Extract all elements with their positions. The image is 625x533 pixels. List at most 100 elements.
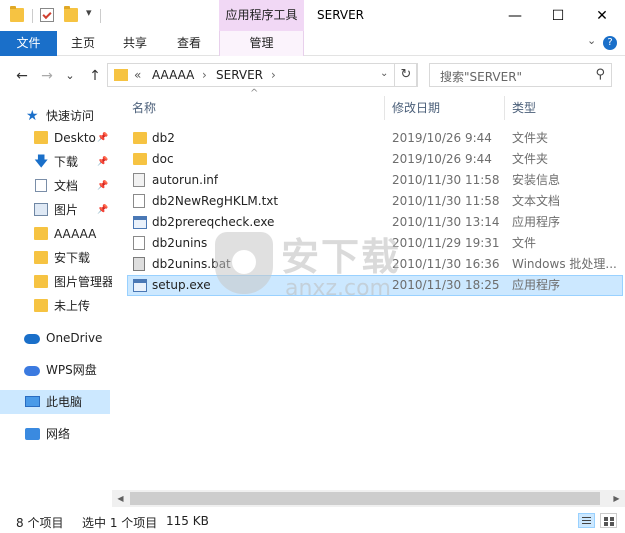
nav-item-documents[interactable]: 文档 📌 <box>0 174 112 198</box>
file-name: doc <box>152 152 174 166</box>
nav-onedrive[interactable]: OneDrive <box>0 326 112 350</box>
file-row[interactable]: db2NewRegHKLM.txt 2010/11/30 11:58 文本文档 <box>127 191 623 212</box>
minimize-button[interactable]: — <box>493 0 537 31</box>
scroll-left-button[interactable]: ◀ <box>112 490 129 507</box>
search-icon[interactable]: ⚲ <box>595 67 605 82</box>
nav-item-downloads[interactable]: 🡇 下载 📌 <box>0 150 112 174</box>
search-input[interactable]: 搜索"SERVER" ⚲ <box>429 63 612 87</box>
nav-item-not-uploaded[interactable]: 未上传 <box>0 294 112 318</box>
nav-label: 安下载 <box>54 251 91 265</box>
file-type: 文本文档 <box>512 194 561 208</box>
column-header-name[interactable]: 名称 <box>132 96 382 120</box>
file-date: 2019/10/26 9:44 <box>392 152 492 166</box>
breadcrumb-separator[interactable]: › <box>271 68 276 82</box>
file-icon <box>133 236 145 250</box>
nav-item-desktop[interactable]: Deskto 📌 <box>0 126 112 150</box>
nav-this-pc[interactable]: 此电脑 <box>0 390 110 414</box>
item-count: 8 个项目 <box>16 516 64 530</box>
folder-icon <box>34 251 48 264</box>
close-button[interactable]: ✕ <box>580 0 624 31</box>
file-date: 2010/11/30 11:58 <box>392 194 500 208</box>
file-name: setup.exe <box>152 278 211 292</box>
column-header-type[interactable]: 类型 <box>512 96 612 120</box>
folder-icon <box>114 69 128 81</box>
nav-quick-access[interactable]: ★ 快速访问 <box>0 104 112 128</box>
picture-icon <box>34 203 48 216</box>
nav-label: 图片 <box>54 203 79 217</box>
tab-manage[interactable]: 管理 <box>219 31 304 56</box>
new-folder-icon[interactable] <box>64 6 78 22</box>
file-type: 安装信息 <box>512 173 561 187</box>
column-divider[interactable] <box>384 96 385 120</box>
watermark-url: anxz.com <box>285 276 391 301</box>
separator <box>100 9 101 23</box>
search-placeholder: 搜索"SERVER" <box>440 70 523 84</box>
horizontal-scrollbar[interactable]: ◀ ▶ <box>112 490 625 507</box>
customize-qat-icon[interactable]: ▾ <box>86 6 92 19</box>
large-icons-view-button[interactable] <box>600 513 617 528</box>
file-type: 应用程序 <box>512 215 561 229</box>
nav-label: AAAAA <box>54 227 97 241</box>
folder-icon <box>34 299 48 312</box>
application-icon <box>133 216 147 229</box>
maximize-button[interactable]: ☐ <box>536 0 580 31</box>
file-type: Windows 批处理... <box>512 257 617 271</box>
address-dropdown-icon[interactable]: ⌄ <box>380 68 388 79</box>
up-button[interactable]: ↑ <box>85 66 105 86</box>
pin-icon: 📌 <box>97 205 109 215</box>
nav-item-anxiazai[interactable]: 安下载 <box>0 246 112 270</box>
expand-ribbon-icon[interactable]: ⌄ <box>587 34 596 47</box>
nav-label: 图片管理器 <box>54 275 112 289</box>
help-icon[interactable]: ? <box>603 36 617 50</box>
status-bar: 8 个项目 选中 1 个项目 115 KB <box>0 508 625 533</box>
nav-label: OneDrive <box>46 331 103 345</box>
ribbon-tabs: 文件 主页 共享 查看 管理 <box>0 31 625 56</box>
refresh-button[interactable]: ↻ <box>394 63 418 87</box>
document-icon <box>35 179 47 192</box>
breadcrumb-aaaaa[interactable]: AAAAA <box>152 68 194 82</box>
back-button[interactable]: ← <box>12 66 32 86</box>
breadcrumb-server[interactable]: SERVER <box>216 68 263 82</box>
file-row[interactable]: db2 2019/10/26 9:44 文件夹 <box>127 128 623 149</box>
column-divider[interactable] <box>504 96 505 120</box>
folder-icon <box>10 6 24 22</box>
file-name: db2unins <box>152 236 208 250</box>
title-bar: ▾ 应用程序工具 SERVER — ☐ ✕ <box>0 0 625 31</box>
pin-icon: 📌 <box>97 133 109 143</box>
tab-view[interactable]: 查看 <box>166 31 212 56</box>
file-name: db2 <box>152 131 175 145</box>
nav-network[interactable]: 网络 <box>0 422 112 446</box>
recent-locations-button[interactable]: ⌄ <box>60 66 80 86</box>
network-icon <box>25 428 40 440</box>
properties-icon[interactable] <box>40 8 54 22</box>
address-bar[interactable]: « AAAAA › SERVER › ⌄ <box>107 63 417 87</box>
watermark: 安下载 anxz.com <box>215 226 415 306</box>
nav-label: 下载 <box>54 155 79 169</box>
selection-count: 选中 1 个项目 <box>82 516 158 530</box>
nav-wps-drive[interactable]: WPS网盘 <box>0 358 112 382</box>
file-row[interactable]: doc 2019/10/26 9:44 文件夹 <box>127 149 623 170</box>
nav-item-aaaaa[interactable]: AAAAA <box>0 222 112 246</box>
star-icon: ★ <box>26 108 39 124</box>
breadcrumb-overflow[interactable]: « <box>134 68 141 82</box>
scroll-right-button[interactable]: ▶ <box>608 490 625 507</box>
file-date: 2019/10/26 9:44 <box>392 131 492 145</box>
pin-icon: 📌 <box>97 181 109 191</box>
tab-share[interactable]: 共享 <box>112 31 158 56</box>
nav-item-picture-manager[interactable]: 图片管理器 <box>0 270 112 294</box>
details-view-button[interactable] <box>578 513 595 528</box>
nav-item-pictures[interactable]: 图片 📌 <box>0 198 112 222</box>
column-header-date[interactable]: 修改日期 <box>392 96 502 120</box>
breadcrumb-separator[interactable]: › <box>202 68 207 82</box>
nav-label: 快速访问 <box>46 109 95 123</box>
nav-label: 网络 <box>46 427 71 441</box>
batch-file-icon <box>133 257 145 271</box>
scroll-thumb[interactable] <box>130 492 600 505</box>
tab-file[interactable]: 文件 <box>0 31 57 56</box>
folder-icon <box>34 131 48 144</box>
setup-info-icon <box>133 173 145 187</box>
forward-button[interactable]: → <box>37 66 57 86</box>
tab-home[interactable]: 主页 <box>60 31 106 56</box>
file-row[interactable]: autorun.inf 2010/11/30 11:58 安装信息 <box>127 170 623 191</box>
file-type: 文件夹 <box>512 131 549 145</box>
